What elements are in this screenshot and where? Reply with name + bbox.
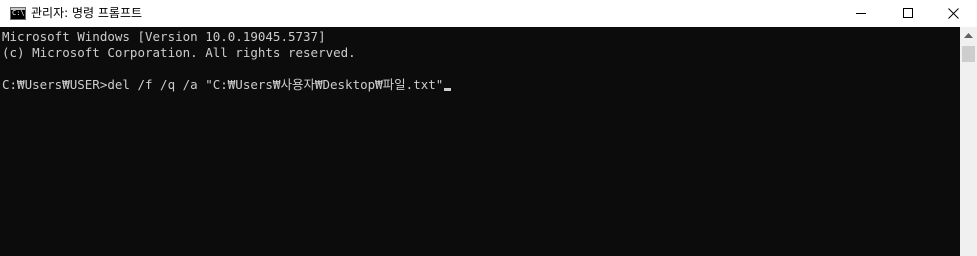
close-icon [948,8,959,19]
command-text: C:₩Users₩USER>del /f /q /a "C:₩Users₩사용자… [2,77,444,92]
chevron-up-icon [964,33,973,38]
maximize-button[interactable] [886,0,932,27]
console-line-version: Microsoft Windows [Version 10.0.19045.57… [2,29,326,44]
cmd-icon-text: C:\ [12,9,25,17]
console-output[interactable]: Microsoft Windows [Version 10.0.19045.57… [0,27,960,256]
title-bar[interactable]: C:\ 관리자: 명령 프롬프트 [0,0,977,27]
vertical-scrollbar[interactable] [960,27,977,256]
cmd-window: C:\ 관리자: 명령 프롬프트 Microsoft Windows [Vers… [0,0,977,256]
minimize-icon [856,13,866,14]
console-line-command[interactable]: C:₩Users₩USER>del /f /q /a "C:₩Users₩사용자… [2,77,452,93]
cmd-icon[interactable]: C:\ [10,7,26,20]
close-button[interactable] [931,0,977,27]
console-line-copyright: (c) Microsoft Corporation. All rights re… [2,45,356,60]
maximize-icon [903,8,913,18]
minimize-button[interactable] [839,0,885,27]
window-title: 관리자: 명령 프롬프트 [31,6,143,20]
text-cursor [444,88,452,91]
scroll-thumb[interactable] [962,46,975,62]
scroll-up-button[interactable] [960,27,977,44]
